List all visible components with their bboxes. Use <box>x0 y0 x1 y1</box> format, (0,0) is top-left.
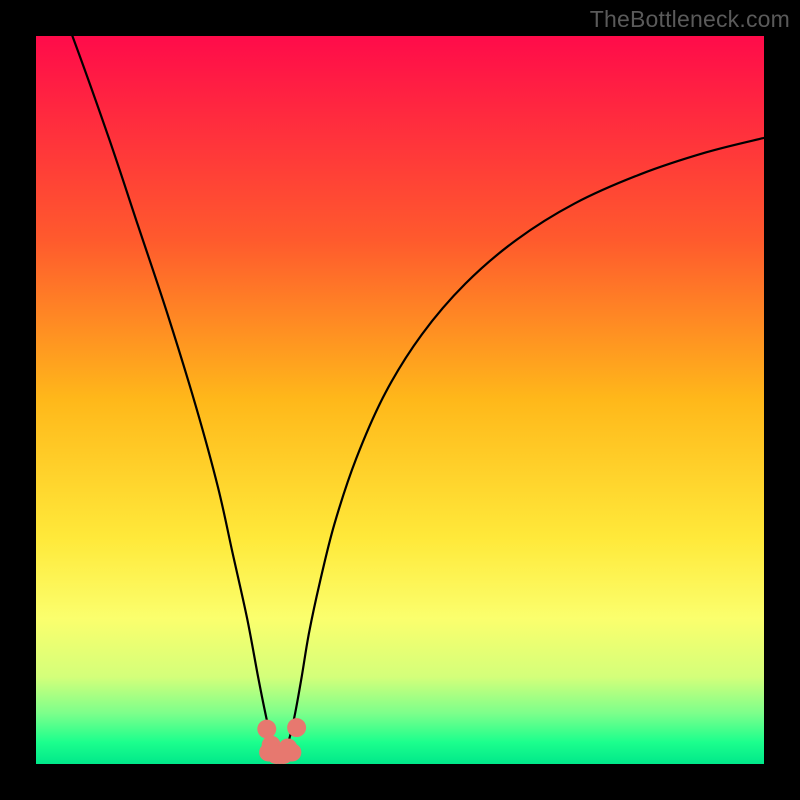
gradient-bg <box>36 36 764 764</box>
chart-frame: TheBottleneck.com <box>0 0 800 800</box>
chart-svg <box>36 36 764 764</box>
marker-dot <box>257 720 276 739</box>
watermark-text: TheBottleneck.com <box>590 6 790 33</box>
marker-dot <box>287 718 306 737</box>
marker-dot <box>278 739 297 758</box>
plot-area <box>36 36 764 764</box>
